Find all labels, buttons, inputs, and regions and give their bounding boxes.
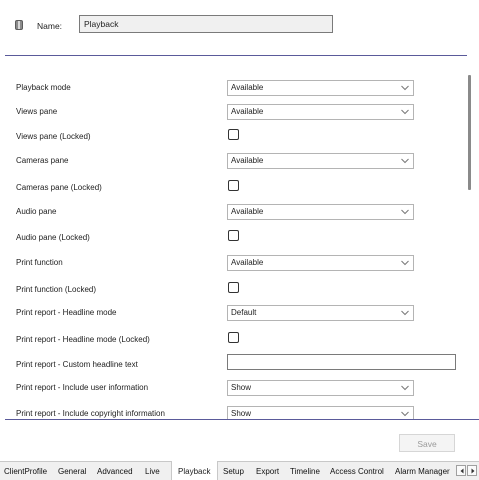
copyright-information-select[interactable]: Show bbox=[227, 406, 414, 420]
setting-label: Playback mode bbox=[16, 83, 71, 92]
tab-general[interactable]: General bbox=[58, 467, 86, 476]
tab-access-control[interactable]: Access Control bbox=[330, 467, 384, 476]
setting-row-views-pane: Views pane Available bbox=[0, 104, 462, 124]
tab-clientprofile[interactable]: ClientProfile bbox=[4, 467, 47, 476]
views-pane-locked-checkbox[interactable] bbox=[228, 129, 239, 140]
setting-label: Print report - Headline mode bbox=[16, 308, 117, 317]
settings-panel: Playback mode Available Views pane Avail… bbox=[0, 56, 479, 420]
setting-row-cameras-pane: Cameras pane Available bbox=[0, 153, 462, 173]
setting-row-print-report-copyright-info: Print report - Include copyright informa… bbox=[0, 406, 462, 420]
setting-row-audio-pane-locked: Audio pane (Locked) bbox=[0, 230, 462, 250]
chevron-down-icon bbox=[401, 209, 409, 215]
chevron-down-icon bbox=[401, 158, 409, 164]
cameras-pane-select[interactable]: Available bbox=[227, 153, 414, 169]
chevron-down-icon bbox=[401, 411, 409, 417]
save-button[interactable]: Save bbox=[399, 434, 455, 452]
playback-mode-select[interactable]: Available bbox=[227, 80, 414, 96]
chevron-down-icon bbox=[401, 260, 409, 266]
setting-row-print-report-headline-mode: Print report - Headline mode Default bbox=[0, 305, 462, 325]
select-value: Available bbox=[231, 107, 264, 116]
setting-row-print-report-headline-mode-locked: Print report - Headline mode (Locked) bbox=[0, 332, 462, 352]
setting-label: Print function bbox=[16, 258, 63, 267]
tab-scroll-left-button[interactable] bbox=[456, 465, 466, 476]
profile-header: Name: Playback bbox=[0, 0, 479, 56]
setting-label: Print report - Include copyright informa… bbox=[16, 409, 165, 418]
setting-label: Views pane (Locked) bbox=[16, 132, 91, 141]
select-value: Default bbox=[231, 308, 257, 317]
setting-row-print-function-locked: Print function (Locked) bbox=[0, 282, 462, 302]
tab-live[interactable]: Live bbox=[145, 467, 160, 476]
setting-row-views-pane-locked: Views pane (Locked) bbox=[0, 129, 462, 149]
tab-setup[interactable]: Setup bbox=[223, 467, 244, 476]
setting-label: Views pane bbox=[16, 107, 58, 116]
tab-alarm-manager[interactable]: Alarm Manager bbox=[395, 467, 450, 476]
tab-scroll-right-button[interactable] bbox=[467, 465, 477, 476]
tab-bar: ClientProfile General Advanced Live Play… bbox=[0, 461, 479, 480]
select-value: Available bbox=[231, 156, 264, 165]
setting-label: Audio pane bbox=[16, 207, 57, 216]
chevron-down-icon bbox=[401, 85, 409, 91]
print-function-locked-checkbox[interactable] bbox=[228, 282, 239, 293]
select-value: Show bbox=[231, 383, 252, 392]
headline-mode-select[interactable]: Default bbox=[227, 305, 414, 321]
setting-row-audio-pane: Audio pane Available bbox=[0, 204, 462, 224]
setting-row-print-report-custom-headline: Print report - Custom headline text bbox=[0, 354, 462, 377]
setting-row-print-report-user-info: Print report - Include user information … bbox=[0, 380, 462, 400]
cameras-pane-locked-checkbox[interactable] bbox=[228, 180, 239, 191]
scrollbar-thumb[interactable] bbox=[468, 75, 471, 190]
custom-headline-text-field[interactable] bbox=[227, 354, 456, 370]
chevron-down-icon bbox=[401, 310, 409, 316]
name-field[interactable]: Playback bbox=[79, 15, 333, 33]
tab-playback[interactable]: Playback bbox=[171, 461, 218, 480]
vertical-scrollbar[interactable] bbox=[462, 70, 478, 420]
audio-pane-locked-checkbox[interactable] bbox=[228, 230, 239, 241]
setting-row-playback-mode: Playback mode Available bbox=[0, 80, 462, 100]
tab-playback-label: Playback bbox=[178, 467, 211, 476]
views-pane-select[interactable]: Available bbox=[227, 104, 414, 120]
profile-icon bbox=[15, 20, 23, 30]
arrow-left-icon bbox=[460, 468, 464, 474]
chevron-down-icon bbox=[401, 109, 409, 115]
setting-label: Cameras pane bbox=[16, 156, 69, 165]
chevron-down-icon bbox=[401, 385, 409, 391]
user-information-select[interactable]: Show bbox=[227, 380, 414, 396]
setting-label: Print function (Locked) bbox=[16, 285, 97, 294]
select-value: Available bbox=[231, 207, 264, 216]
select-value: Show bbox=[231, 409, 252, 418]
setting-label: Cameras pane (Locked) bbox=[16, 183, 102, 192]
headline-mode-locked-checkbox[interactable] bbox=[228, 332, 239, 343]
tab-advanced[interactable]: Advanced bbox=[97, 467, 133, 476]
select-value: Available bbox=[231, 258, 264, 267]
setting-label: Print report - Custom headline text bbox=[16, 360, 138, 369]
footer: Save bbox=[0, 420, 479, 460]
name-label: Name: bbox=[37, 21, 63, 31]
setting-row-print-function: Print function Available bbox=[0, 255, 462, 275]
select-value: Available bbox=[231, 83, 264, 92]
setting-label: Audio pane (Locked) bbox=[16, 233, 90, 242]
print-function-select[interactable]: Available bbox=[227, 255, 414, 271]
audio-pane-select[interactable]: Available bbox=[227, 204, 414, 220]
setting-label: Print report - Include user information bbox=[16, 383, 149, 392]
tab-timeline[interactable]: Timeline bbox=[290, 467, 320, 476]
arrow-right-icon bbox=[471, 468, 475, 474]
tab-export[interactable]: Export bbox=[256, 467, 279, 476]
setting-label: Print report - Headline mode (Locked) bbox=[16, 335, 150, 344]
setting-row-cameras-pane-locked: Cameras pane (Locked) bbox=[0, 180, 462, 200]
